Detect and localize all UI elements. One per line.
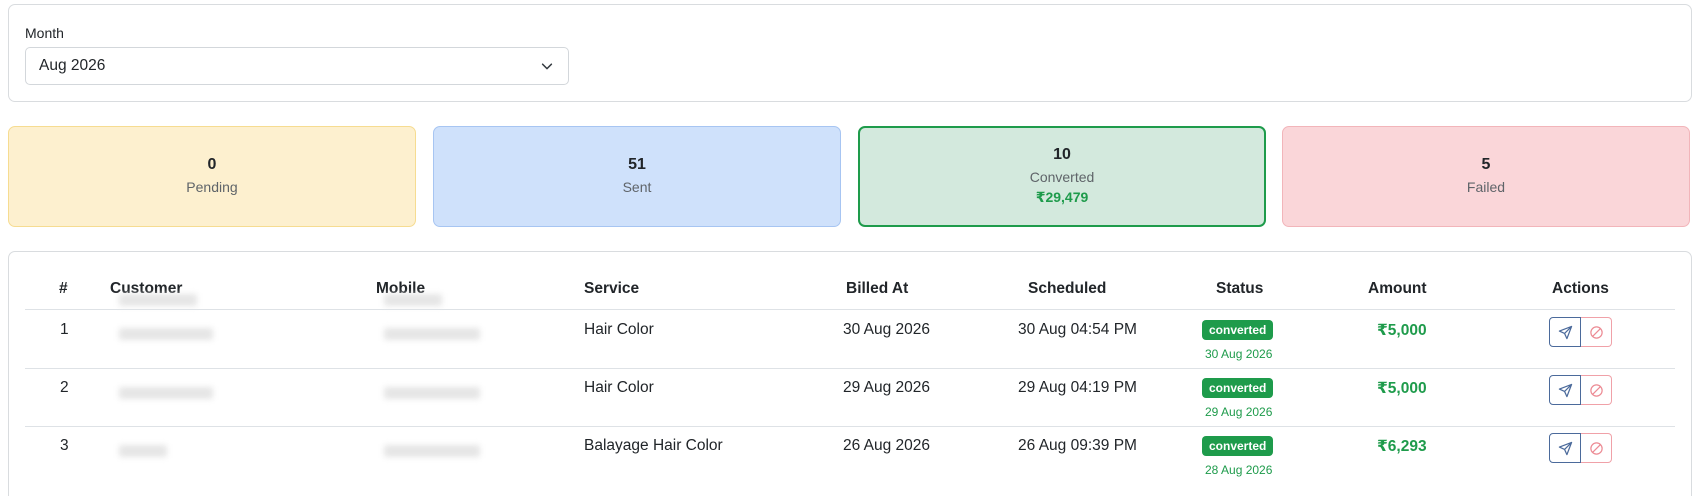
send-reminder-button[interactable] bbox=[1549, 433, 1581, 463]
row-index: 3 bbox=[60, 437, 69, 454]
ban-icon bbox=[1590, 384, 1603, 397]
chevron-down-icon bbox=[541, 63, 553, 70]
row-amount: ₹6,293 bbox=[1377, 438, 1427, 455]
row-scheduled: 29 Aug 04:19 PM bbox=[1018, 379, 1137, 396]
row-scheduled: 30 Aug 04:54 PM bbox=[1018, 321, 1137, 338]
header-service: Service bbox=[584, 280, 640, 297]
status-date: 28 Aug 2026 bbox=[1205, 463, 1273, 477]
status-badge: converted bbox=[1202, 378, 1274, 398]
status-date: 29 Aug 2026 bbox=[1205, 405, 1273, 419]
converted-amount: ₹29,479 bbox=[1035, 189, 1089, 205]
header-scheduled: Scheduled bbox=[1028, 280, 1107, 297]
stat-card-converted[interactable]: 10 Converted ₹29,479 bbox=[858, 126, 1266, 227]
row-index: 1 bbox=[60, 321, 69, 338]
send-icon bbox=[1558, 441, 1573, 456]
month-select[interactable]: Aug 2026 bbox=[25, 47, 569, 85]
cancel-reminder-button[interactable] bbox=[1581, 433, 1612, 463]
month-label: Month bbox=[25, 25, 64, 41]
customer-name-redacted bbox=[119, 294, 197, 306]
converted-label: Converted bbox=[1029, 169, 1095, 185]
failed-count: 5 bbox=[1481, 156, 1491, 173]
mobile-redacted bbox=[384, 328, 480, 340]
status-date: 30 Aug 2026 bbox=[1205, 347, 1273, 361]
header-actions: Actions bbox=[1552, 280, 1609, 297]
status-badge: converted bbox=[1202, 320, 1274, 340]
row-amount: ₹5,000 bbox=[1377, 322, 1427, 339]
pending-label: Pending bbox=[186, 179, 238, 195]
sent-count: 51 bbox=[628, 156, 646, 173]
header-divider bbox=[25, 309, 1675, 310]
reminders-table: # Customer Mobile Service Billed At Sche… bbox=[8, 251, 1692, 496]
row-divider bbox=[25, 368, 1675, 369]
customer-name-redacted bbox=[119, 387, 213, 399]
cancel-reminder-button[interactable] bbox=[1581, 317, 1612, 347]
header-index: # bbox=[59, 280, 68, 297]
row-service: Hair Color bbox=[584, 321, 654, 338]
row-billed-at: 30 Aug 2026 bbox=[842, 321, 931, 338]
row-scheduled: 26 Aug 09:39 PM bbox=[1018, 437, 1137, 454]
stat-card-sent[interactable]: 51 Sent bbox=[433, 126, 841, 227]
send-icon bbox=[1558, 325, 1573, 340]
customer-name-redacted bbox=[119, 445, 167, 457]
mobile-redacted bbox=[384, 294, 442, 306]
row-index: 2 bbox=[60, 379, 69, 396]
failed-label: Failed bbox=[1466, 179, 1506, 195]
row-divider bbox=[25, 426, 1675, 427]
sent-label: Sent bbox=[622, 179, 652, 195]
customer-name-redacted bbox=[119, 328, 213, 340]
row-amount: ₹5,000 bbox=[1377, 380, 1427, 397]
header-status: Status bbox=[1216, 280, 1264, 297]
ban-icon bbox=[1590, 326, 1603, 339]
month-filter-card: Month Aug 2026 bbox=[8, 4, 1692, 102]
row-billed-at: 26 Aug 2026 bbox=[842, 437, 931, 454]
pending-count: 0 bbox=[207, 156, 217, 173]
stat-card-failed[interactable]: 5 Failed bbox=[1282, 126, 1690, 227]
send-reminder-button[interactable] bbox=[1549, 375, 1581, 405]
send-reminder-button[interactable] bbox=[1549, 317, 1581, 347]
header-amount: Amount bbox=[1368, 280, 1427, 297]
row-billed-at: 29 Aug 2026 bbox=[842, 379, 931, 396]
cancel-reminder-button[interactable] bbox=[1581, 375, 1612, 405]
mobile-redacted bbox=[384, 387, 480, 399]
ban-icon bbox=[1590, 442, 1603, 455]
stat-card-pending[interactable]: 0 Pending bbox=[8, 126, 416, 227]
row-service: Hair Color bbox=[584, 379, 654, 396]
month-select-value: Aug 2026 bbox=[39, 57, 106, 74]
mobile-redacted bbox=[384, 445, 480, 457]
send-icon bbox=[1558, 383, 1573, 398]
row-service: Balayage Hair Color bbox=[584, 437, 723, 454]
header-billed-at: Billed At bbox=[846, 280, 909, 297]
converted-count: 10 bbox=[1053, 146, 1071, 163]
status-badge: converted bbox=[1202, 436, 1274, 456]
